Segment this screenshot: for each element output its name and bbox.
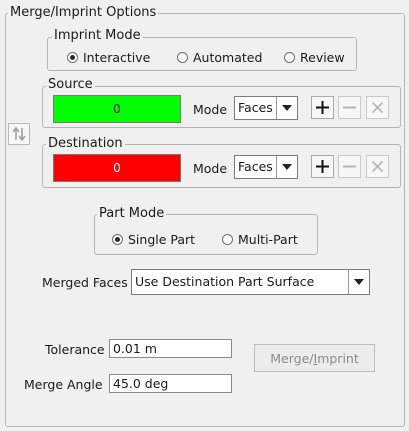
destination-mode-label: Mode <box>193 161 228 176</box>
tolerance-label: Tolerance <box>45 342 105 357</box>
destination-selection-count[interactable]: 0 <box>53 154 181 182</box>
merge-imprint-label-suffix: mprint <box>317 350 359 366</box>
panel-title: Merge/Imprint Options <box>8 5 159 20</box>
plus-icon <box>316 101 329 114</box>
source-count-text: 0 <box>113 102 121 116</box>
tolerance-input[interactable]: 0.01 m <box>109 339 232 358</box>
radio-review-label: Review <box>300 50 345 65</box>
merge-imprint-button[interactable]: Merge/Imprint <box>254 344 375 372</box>
destination-mode-select[interactable]: Faces <box>234 155 298 179</box>
close-icon <box>371 101 384 114</box>
radio-multi-part-indicator[interactable] <box>222 234 233 245</box>
radio-automated-indicator[interactable] <box>177 52 188 63</box>
source-selection-count[interactable]: 0 <box>53 95 181 123</box>
merged-faces-value: Use Destination Part Surface <box>135 274 315 289</box>
swap-arrows-icon <box>12 126 26 142</box>
radio-multi-part[interactable]: Multi-Part <box>222 232 298 247</box>
close-icon <box>371 160 384 173</box>
radio-review-indicator[interactable] <box>284 52 295 63</box>
source-title: Source <box>46 77 95 92</box>
destination-mode-value: Faces <box>238 159 273 174</box>
merge-angle-input[interactable]: 45.0 deg <box>109 374 232 393</box>
chevron-down-icon[interactable] <box>276 97 297 119</box>
destination-clear-button[interactable] <box>366 155 389 178</box>
radio-interactive[interactable]: Interactive <box>67 50 150 65</box>
plus-icon <box>316 160 329 173</box>
chevron-down-icon[interactable] <box>276 156 297 178</box>
minus-icon <box>343 106 356 109</box>
destination-remove-button[interactable] <box>338 155 361 178</box>
radio-interactive-indicator[interactable] <box>67 52 78 63</box>
destination-title: Destination <box>46 136 125 151</box>
source-mode-label: Mode <box>193 102 228 117</box>
source-mode-select[interactable]: Faces <box>234 96 298 120</box>
radio-single-part-label: Single Part <box>128 232 196 247</box>
radio-interactive-label: Interactive <box>83 50 151 65</box>
part-mode-title: Part Mode <box>97 206 167 221</box>
merged-faces-select[interactable]: Use Destination Part Surface <box>131 269 370 295</box>
source-clear-button[interactable] <box>366 96 389 119</box>
radio-automated[interactable]: Automated <box>177 50 262 65</box>
radio-single-part-indicator[interactable] <box>112 234 123 245</box>
source-add-button[interactable] <box>311 96 334 119</box>
merged-faces-label: Merged Faces <box>42 275 128 290</box>
radio-review[interactable]: Review <box>284 50 345 65</box>
swap-source-destination-button[interactable] <box>8 123 30 145</box>
radio-single-part[interactable]: Single Part <box>112 232 195 247</box>
destination-count-text: 0 <box>113 161 121 175</box>
radio-multi-part-label: Multi-Part <box>238 232 298 247</box>
merge-angle-label: Merge Angle <box>24 377 103 392</box>
destination-add-button[interactable] <box>311 155 334 178</box>
chevron-down-icon[interactable] <box>348 270 369 294</box>
source-mode-value: Faces <box>238 100 273 115</box>
merge-imprint-label-prefix: Merge/ <box>270 350 314 366</box>
radio-automated-label: Automated <box>193 50 263 65</box>
source-remove-button[interactable] <box>338 96 361 119</box>
minus-icon <box>343 165 356 168</box>
imprint-mode-title: Imprint Mode <box>52 28 143 43</box>
